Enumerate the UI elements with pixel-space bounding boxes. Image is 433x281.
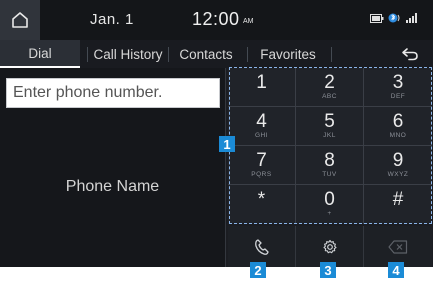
key-star[interactable]: * — [228, 185, 296, 224]
key-letters: GHI — [254, 131, 269, 139]
back-button[interactable] — [396, 43, 424, 65]
tab-contacts[interactable]: Contacts — [169, 40, 243, 68]
tab-call-history[interactable]: Call History — [88, 40, 168, 68]
key-6[interactable]: 6 MNO — [364, 107, 432, 146]
key-8[interactable]: 8 TUV — [296, 146, 364, 185]
key-digit: 2 — [324, 71, 335, 93]
key-digit: 1 — [256, 71, 267, 93]
ampm-indicator: AM — [243, 18, 254, 25]
key-digit: 5 — [324, 110, 335, 132]
key-letters: JKL — [323, 131, 336, 139]
key-digit: 6 — [392, 110, 404, 132]
key-letters: PQRS — [251, 170, 272, 178]
key-letters: ABC — [322, 92, 337, 100]
key-letters: WXYZ — [387, 170, 409, 178]
phone-handset-icon — [254, 238, 269, 255]
dial-actions — [228, 226, 433, 267]
dial-keypad: 1 2 ABC 3 DEF 4 GHI 5 JKL 6 MNO 7 PQRS 8 TUV 9W… — [228, 68, 432, 224]
key-digit: * — [257, 189, 266, 210]
key-3[interactable]: 3 DEF — [364, 68, 432, 107]
home-icon — [12, 12, 28, 28]
key-letters: + — [327, 210, 332, 217]
back-arrow-icon — [402, 48, 418, 61]
delete-button[interactable] — [364, 226, 432, 267]
tab-favorites[interactable]: Favorites — [251, 40, 325, 68]
key-letters: TUV — [322, 170, 337, 178]
key-0[interactable]: 0 + — [296, 185, 364, 224]
settings-button[interactable] — [296, 226, 364, 267]
key-letters: MNO — [389, 131, 407, 139]
phone-dial-screen: Jan. 1 12:00 AM Dial Call History Contac… — [0, 0, 433, 267]
key-digit: # — [392, 189, 404, 210]
callout-2: 2 — [250, 262, 266, 278]
key-1[interactable]: 1 — [228, 68, 296, 107]
home-button[interactable] — [0, 0, 40, 40]
key-4[interactable]: 4 GHI — [228, 107, 296, 146]
key-digit: 8 — [324, 149, 335, 171]
key-digit: 9 — [392, 149, 404, 171]
battery-icon — [370, 13, 384, 23]
callout-3: 3 — [320, 262, 336, 278]
signal-icon — [406, 13, 417, 23]
phone-number-input[interactable]: Enter phone number. — [6, 78, 220, 108]
bluetooth-phone-icon — [388, 13, 400, 23]
date-display: Jan. 1 — [90, 11, 134, 28]
key-digit: 3 — [392, 71, 404, 93]
tab-divider — [247, 47, 248, 62]
key-7[interactable]: 7 PQRS — [228, 146, 296, 185]
call-button[interactable] — [228, 226, 296, 267]
key-digit: 7 — [256, 149, 267, 171]
key-5[interactable]: 5 JKL — [296, 107, 364, 146]
clock-display: 12:00 — [192, 9, 240, 29]
key-9[interactable]: 9 WXYZ — [364, 146, 432, 185]
callout-1: 1 — [219, 136, 235, 152]
tab-dial[interactable]: Dial — [0, 40, 80, 68]
backspace-icon — [388, 239, 408, 254]
key-letters: DEF — [390, 92, 406, 100]
tab-bar: Dial Call History Contacts Favorites — [0, 40, 433, 68]
key-hash[interactable]: # — [364, 185, 432, 224]
phone-name-label: Phone Name — [65, 178, 160, 195]
status-icons — [370, 12, 418, 24]
pane-divider — [225, 68, 226, 267]
tab-divider — [331, 47, 332, 62]
status-bar: Jan. 1 12:00 AM — [0, 0, 433, 40]
key-2[interactable]: 2 ABC — [296, 68, 364, 107]
key-digit: 4 — [256, 110, 267, 132]
callout-4: 4 — [388, 262, 404, 278]
key-digit: 0 — [324, 189, 335, 210]
gear-icon — [322, 239, 337, 253]
